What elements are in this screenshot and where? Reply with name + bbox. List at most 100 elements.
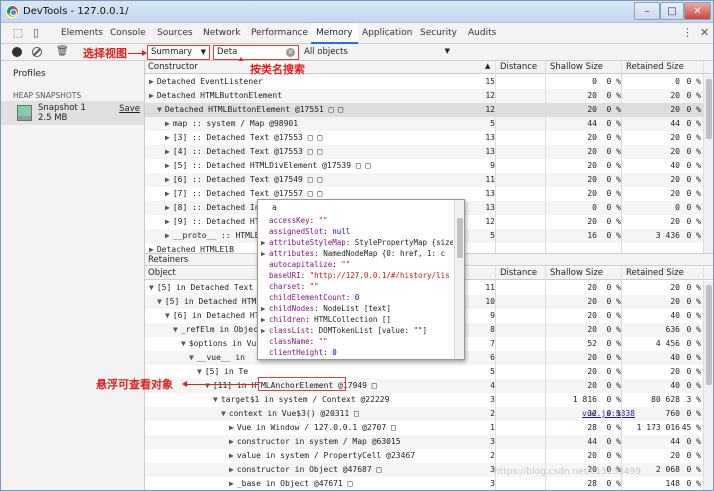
table-row[interactable]: ▶ map :: system / Map @98901 5 44 0 % 44 0 % bbox=[145, 117, 713, 131]
expand-icon[interactable]: ▼ bbox=[165, 311, 170, 320]
scrollbar[interactable] bbox=[703, 281, 713, 490]
close-button[interactable]: ✕ bbox=[684, 2, 711, 20]
property-row[interactable]: assignedSlot: null bbox=[261, 226, 453, 237]
tab-audits[interactable]: Audits bbox=[463, 23, 501, 44]
property-row[interactable]: baseURI: "http://127.0.0.1/#/history/lis bbox=[261, 270, 453, 281]
expand-icon[interactable]: ▶ bbox=[261, 248, 268, 259]
objects-select[interactable]: All objects ▼ bbox=[304, 47, 450, 57]
col-distance[interactable]: Distance bbox=[500, 62, 537, 72]
table-row[interactable]: ▼ [5] in Te 5 20 0 % 20 0 % bbox=[145, 365, 713, 379]
tab-network[interactable]: Network bbox=[198, 23, 246, 44]
row-label: value in system / PropertyCell @23467 bbox=[236, 451, 416, 460]
expand-icon[interactable]: ▼ bbox=[197, 367, 202, 376]
expand-icon[interactable]: ▶ bbox=[229, 465, 234, 474]
device-toolbar-icon[interactable]: ▯ bbox=[29, 26, 43, 40]
property-row[interactable]: ▶ childNodes: NodeList [text] bbox=[261, 303, 453, 314]
property-row[interactable]: ▶ children: HTMLCollection [] bbox=[261, 314, 453, 325]
table-row[interactable]: ▶ Detached HTMLButtonElement 12 20 0 % 20 0 % bbox=[145, 89, 713, 103]
table-row[interactable]: ▶ Detached EventListener 15 0 0 % 0 0 % bbox=[145, 75, 713, 89]
colon: : bbox=[323, 348, 333, 357]
property-row[interactable]: charset: "" bbox=[261, 281, 453, 292]
table-row[interactable]: ▶ [4] :: Detached Text @17553 □ □ 13 20 0 % 2… bbox=[145, 145, 713, 159]
expand-icon[interactable]: ▶ bbox=[261, 314, 268, 325]
view-select[interactable]: Summary ▼ bbox=[147, 45, 210, 60]
expand-icon[interactable]: ▶ bbox=[229, 479, 234, 488]
expand-icon[interactable]: ▶ bbox=[229, 451, 234, 460]
table-row[interactable]: ▶ value in system / PropertyCell @23467 2 2… bbox=[145, 449, 713, 463]
expand-icon[interactable]: ▼ bbox=[173, 325, 178, 334]
expand-icon[interactable]: ▶ bbox=[261, 237, 268, 248]
tab-console[interactable]: Console bbox=[105, 23, 151, 44]
expand-icon[interactable]: ▼ bbox=[213, 395, 218, 404]
clear-icon[interactable] bbox=[32, 47, 42, 57]
expand-icon[interactable]: ▼ bbox=[157, 105, 162, 114]
expand-icon[interactable]: ▶ bbox=[165, 217, 170, 226]
col-shallow[interactable]: Shallow Size bbox=[550, 62, 603, 72]
tab-elements[interactable]: Elements bbox=[56, 23, 108, 44]
tab-memory[interactable]: Memory bbox=[311, 23, 358, 44]
expand-icon[interactable]: ▶ bbox=[165, 203, 170, 212]
table-row[interactable]: ▶ constructor in system / Map @63015 3 44 0 … bbox=[145, 435, 713, 449]
expand-icon[interactable]: ▶ bbox=[261, 325, 268, 336]
col-retained[interactable]: Retained Size bbox=[626, 62, 684, 72]
expand-icon[interactable]: ▶ bbox=[165, 119, 170, 128]
table-row[interactable]: ▶ [5] :: Detached HTMLDivElement @17539 □… bbox=[145, 159, 713, 173]
table-row[interactable]: ▶ [3] :: Detached Text @17553 □ □ 13 20 0 % 2… bbox=[145, 131, 713, 145]
expand-icon[interactable]: ▼ bbox=[205, 381, 210, 390]
property-row[interactable]: ▶ classList: DOMTokenList [value: ""] bbox=[261, 325, 453, 336]
property-row[interactable]: childElementCount: 0 bbox=[261, 292, 453, 303]
tab-application[interactable]: Application bbox=[357, 23, 417, 44]
more-options-icon[interactable]: ⋮ bbox=[682, 26, 693, 39]
col-shallow[interactable]: Shallow Size bbox=[550, 268, 603, 278]
property-row[interactable]: accessKey: "" bbox=[261, 215, 453, 226]
expand-icon[interactable]: ▼ bbox=[221, 409, 226, 418]
expand-icon[interactable]: ▶ bbox=[261, 303, 268, 314]
maximize-button[interactable]: □ bbox=[660, 2, 684, 20]
col-object[interactable]: Object bbox=[148, 268, 176, 278]
table-row[interactable]: ▼ [11] in HTMLAnchorElement @17949 □ 4 20 0 … bbox=[145, 379, 713, 393]
expand-icon[interactable]: ▶ bbox=[229, 423, 234, 432]
tab-security[interactable]: Security bbox=[415, 23, 462, 44]
expand-icon[interactable]: ▶ bbox=[165, 147, 170, 156]
expand-icon[interactable]: ▶ bbox=[229, 437, 234, 446]
expand-icon[interactable]: ▼ bbox=[181, 339, 186, 348]
property-row[interactable]: autocapitalize: "" bbox=[261, 259, 453, 270]
expand-icon[interactable]: ▶ bbox=[165, 189, 170, 198]
expand-icon[interactable]: ▶ bbox=[149, 77, 154, 86]
expand-icon[interactable]: ▼ bbox=[189, 353, 194, 362]
shallow-percent: 0 % bbox=[606, 217, 621, 226]
save-link[interactable]: Save bbox=[119, 104, 140, 114]
table-row[interactable]: ▶ [6] :: Detached Text @17549 □ □ 11 20 0 % 2… bbox=[145, 173, 713, 187]
scrollbar[interactable] bbox=[454, 200, 464, 359]
trash-icon[interactable]: 🗑 bbox=[56, 46, 69, 57]
expand-icon[interactable]: ▶ bbox=[149, 91, 154, 100]
table-row[interactable]: ▼ target$1 in system / Context @22229 3 1 8… bbox=[145, 393, 713, 407]
record-icon[interactable] bbox=[12, 47, 22, 57]
col-distance[interactable]: Distance bbox=[500, 268, 537, 278]
tab-sources[interactable]: Sources bbox=[152, 23, 198, 44]
property-row[interactable]: clientHeight: 0 bbox=[261, 347, 453, 358]
property-row[interactable]: ▶ attributes: NamedNodeMap {0: href, 1: c bbox=[261, 248, 453, 259]
expand-icon[interactable]: ▶ bbox=[165, 175, 170, 184]
expand-icon[interactable]: ▶ bbox=[165, 161, 170, 170]
property-row[interactable]: className: "" bbox=[261, 336, 453, 347]
class-filter-input[interactable]: Deta × bbox=[213, 45, 299, 60]
col-retained[interactable]: Retained Size bbox=[626, 268, 684, 278]
clear-search-icon[interactable]: × bbox=[286, 48, 295, 57]
scrollbar[interactable] bbox=[703, 75, 713, 253]
table-row[interactable]: ▼ context in Vue$3() @20311 □ vue.js:3838 2… bbox=[145, 407, 713, 421]
table-row[interactable]: ▶ Vue in Window / 127.0.0.1 @2707 □ 1 28 0 %… bbox=[145, 421, 713, 435]
expand-icon[interactable]: ▼ bbox=[157, 297, 162, 306]
table-row[interactable]: ▼ Detached HTMLButtonElement @17551 □ □ 12… bbox=[145, 103, 713, 117]
tab-performance[interactable]: Performance bbox=[246, 23, 313, 44]
property-row[interactable]: ▶ attributeStyleMap: StylePropertyMap {si… bbox=[261, 237, 453, 248]
table-row[interactable]: ▶ _base in Object @47671 □ 3 28 0 % 148 0 % bbox=[145, 477, 713, 490]
expand-icon[interactable]: ▶ bbox=[165, 231, 170, 240]
minimize-button[interactable]: – bbox=[634, 2, 660, 20]
expand-icon[interactable]: ▼ bbox=[149, 283, 154, 292]
snapshot-item[interactable]: Snapshot 1 2.5 MB Save bbox=[1, 101, 144, 125]
inspect-icon[interactable]: ⬚ bbox=[11, 26, 25, 40]
close-devtools-icon[interactable]: ✕ bbox=[700, 26, 709, 39]
expand-icon[interactable]: ▶ bbox=[165, 133, 170, 142]
col-constructor[interactable]: Constructor bbox=[148, 62, 198, 72]
